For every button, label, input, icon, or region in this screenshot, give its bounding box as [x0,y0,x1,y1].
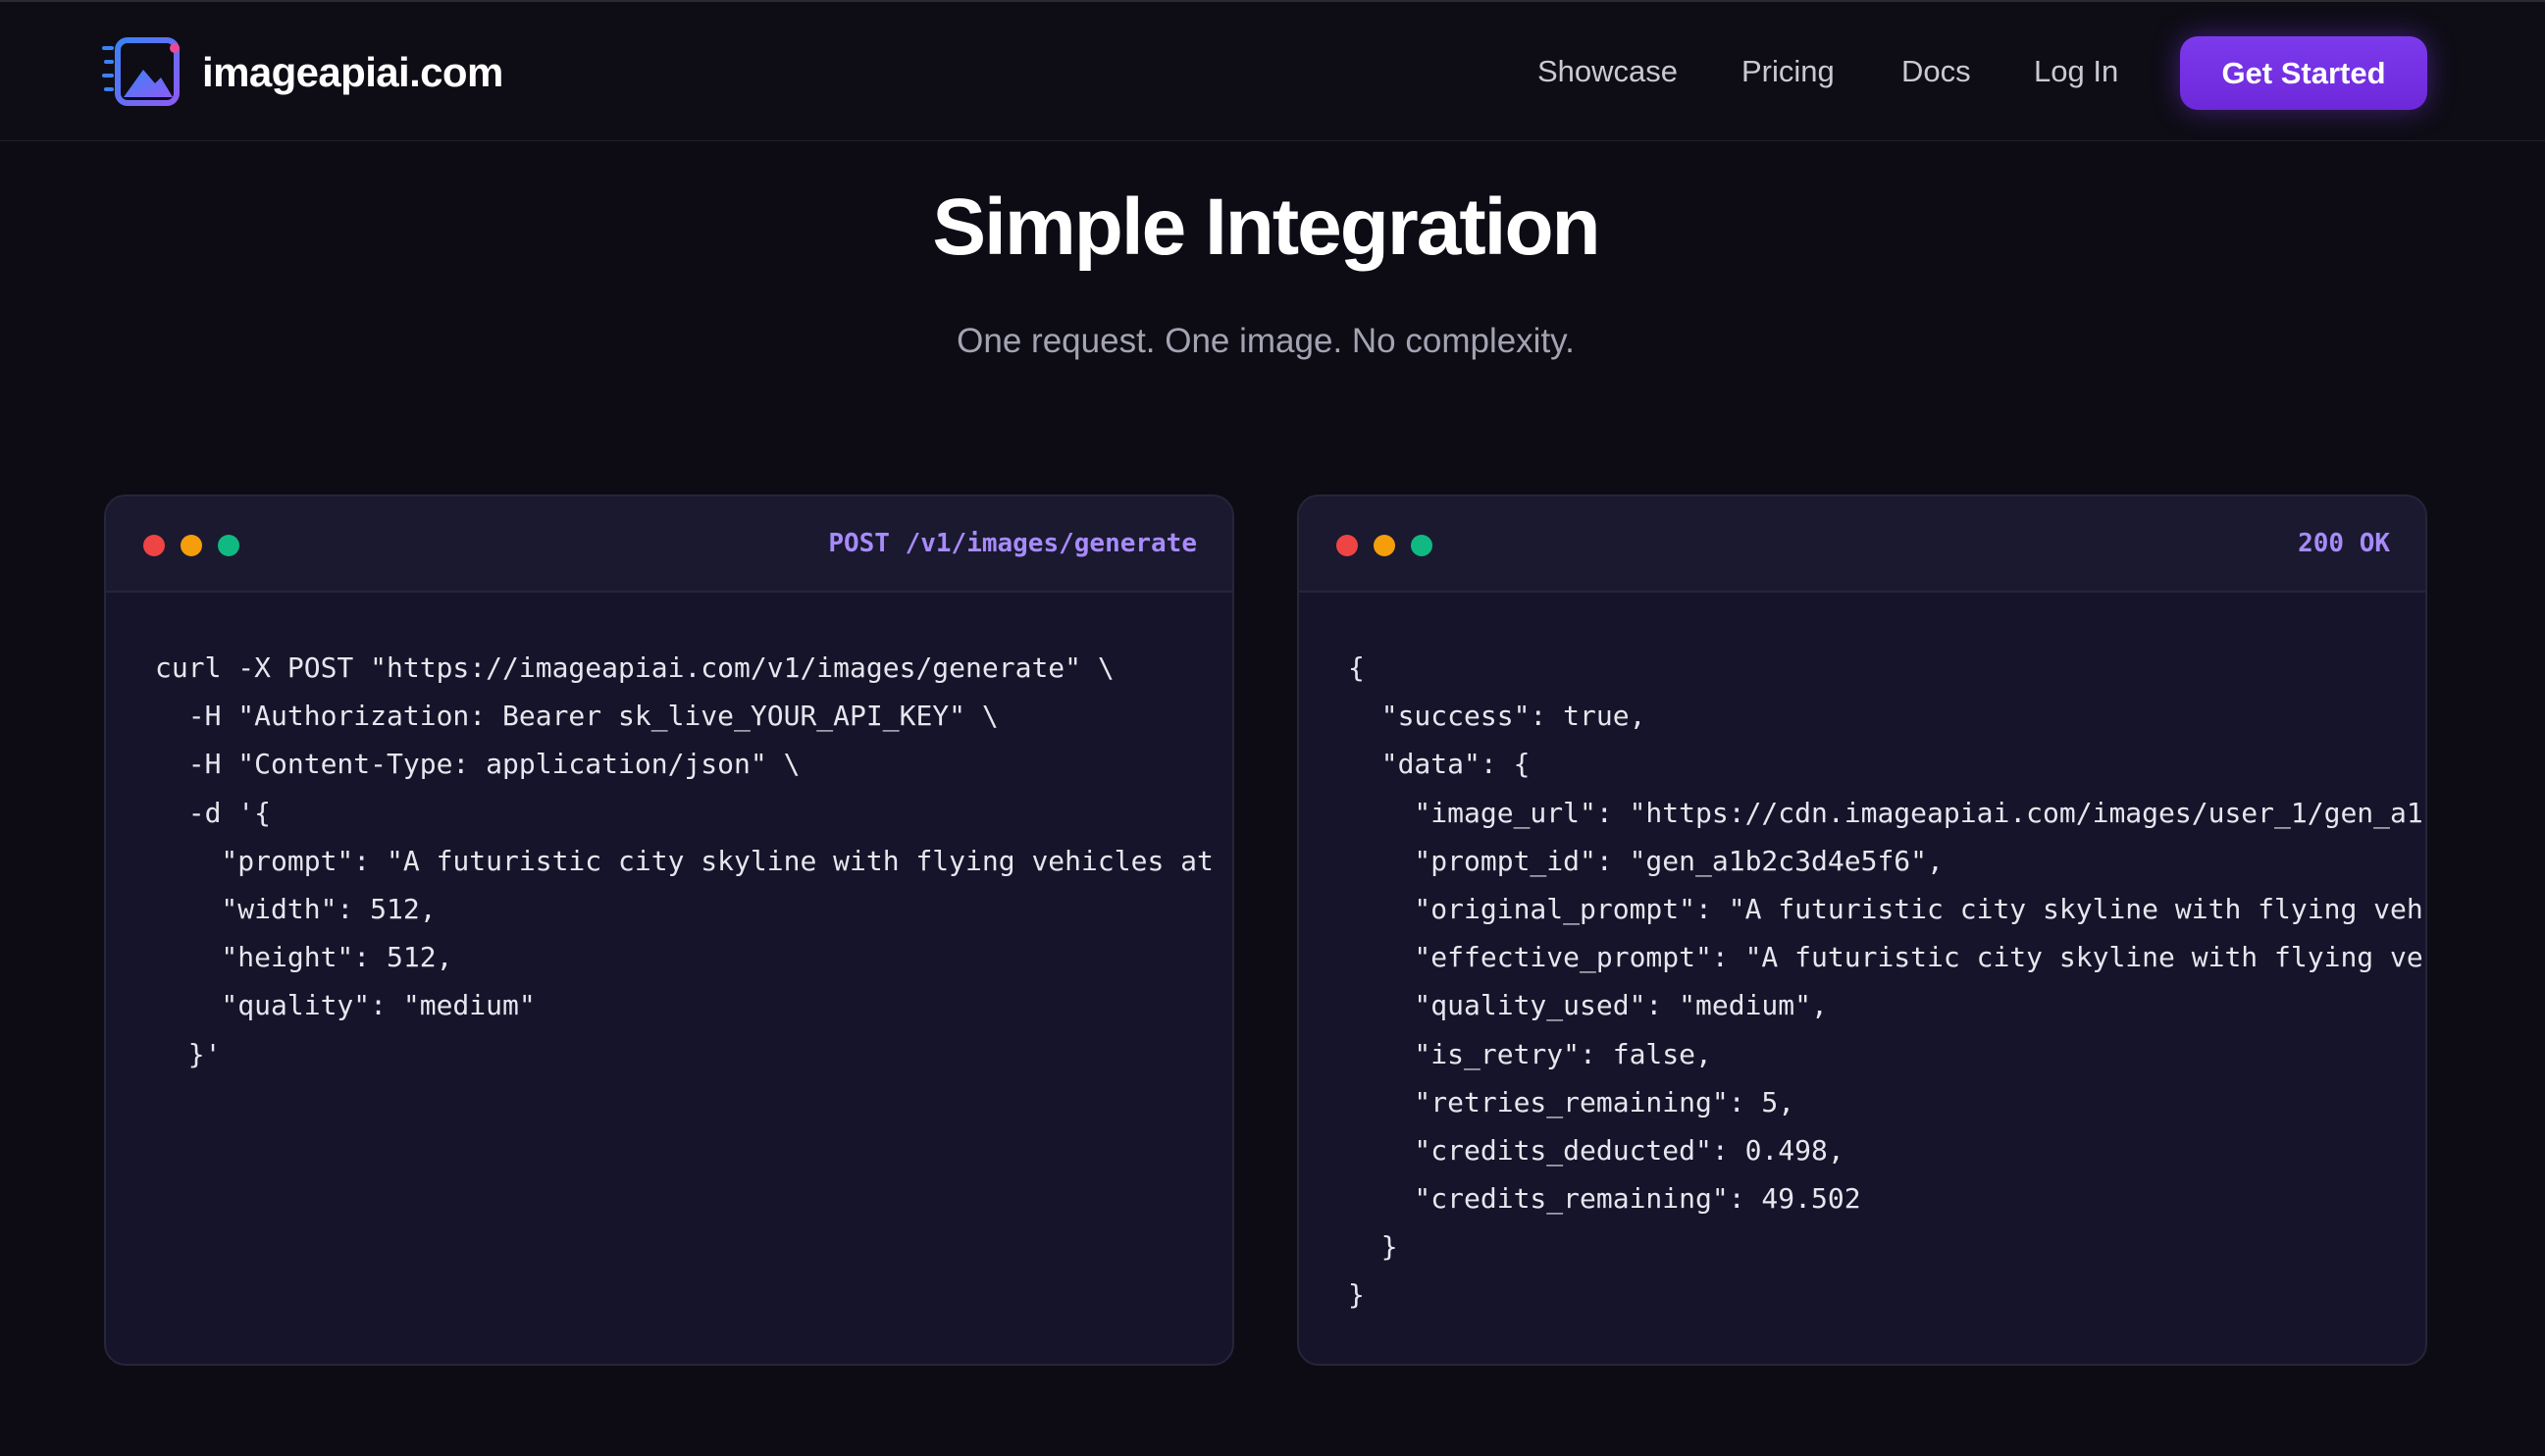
code-line: }' [155,1037,222,1070]
response-status-label: 200 OK [2298,529,2390,558]
code-line: "success": true, [1348,700,1646,733]
main-nav: Showcase Pricing Docs Log In Get Started [0,2,2545,143]
code-line: "is_retry": false, [1348,1037,1712,1070]
response-code-panel: 200 OK { "success": true, "data": { "ima… [1297,494,2427,1366]
code-line: -H "Content-Type: application/json" \ [155,748,801,781]
get-started-button[interactable]: Get Started [2180,36,2427,110]
nav-pricing-link[interactable]: Pricing [1741,54,1835,89]
code-line: } [1348,1278,1365,1312]
nav-docs-link[interactable]: Docs [1901,54,1971,89]
response-code-block[interactable]: { "success": true, "data": { "image_url"… [1348,644,2425,1364]
nav-showcase-link[interactable]: Showcase [1537,54,1678,89]
code-line: { [1348,651,1365,684]
window-close-dot-icon [143,535,165,556]
window-minimize-dot-icon [181,535,202,556]
code-line: "original_prompt": "A futuristic city sk… [1348,892,2423,925]
site-header: imageapiai.com Showcase Pricing Docs Log… [0,0,2545,141]
code-line: "effective_prompt": "A futuristic city s… [1348,941,2423,974]
code-line: "quality_used": "medium", [1348,989,1828,1022]
code-line: "credits_remaining": 49.502 [1348,1182,1861,1216]
code-line: "retries_remaining": 5, [1348,1085,1795,1118]
code-line: "width": 512, [155,892,437,925]
nav-login-link[interactable]: Log In [2034,54,2118,89]
code-line: "data": { [1348,748,1531,781]
window-maximize-dot-icon [218,535,239,556]
page: imageapiai.com Showcase Pricing Docs Log… [0,0,2545,1456]
section-subtitle: One request. One image. No complexity. [957,322,1575,360]
code-line: "prompt": "A futuristic city skyline wit… [155,844,1214,877]
request-panel-titlebar: POST /v1/images/generate [106,496,1232,593]
code-line: -H "Authorization: Bearer sk_live_YOUR_A… [155,700,999,733]
code-line: "prompt_id": "gen_a1b2c3d4e5f6", [1348,844,1944,877]
code-line: "quality": "medium" [155,989,536,1022]
code-line: "credits_deducted": 0.498, [1348,1133,1844,1167]
request-endpoint-label: POST /v1/images/generate [828,529,1197,558]
code-line: } [1348,1230,1398,1264]
code-line: -d '{ [155,796,272,829]
code-line: curl -X POST "https://imageapiai.com/v1/… [155,651,1115,684]
response-panel-titlebar: 200 OK [1299,496,2425,593]
window-close-dot-icon [1336,535,1358,556]
request-code-block[interactable]: curl -X POST "https://imageapiai.com/v1/… [155,644,1232,1364]
code-line: "height": 512, [155,941,453,974]
code-line: "image_url": "https://cdn.imageapiai.com… [1348,796,2423,829]
window-minimize-dot-icon [1374,535,1395,556]
request-code-panel: POST /v1/images/generate curl -X POST "h… [104,494,1234,1366]
window-maximize-dot-icon [1411,535,1432,556]
section-title: Simple Integration [932,182,1600,272]
